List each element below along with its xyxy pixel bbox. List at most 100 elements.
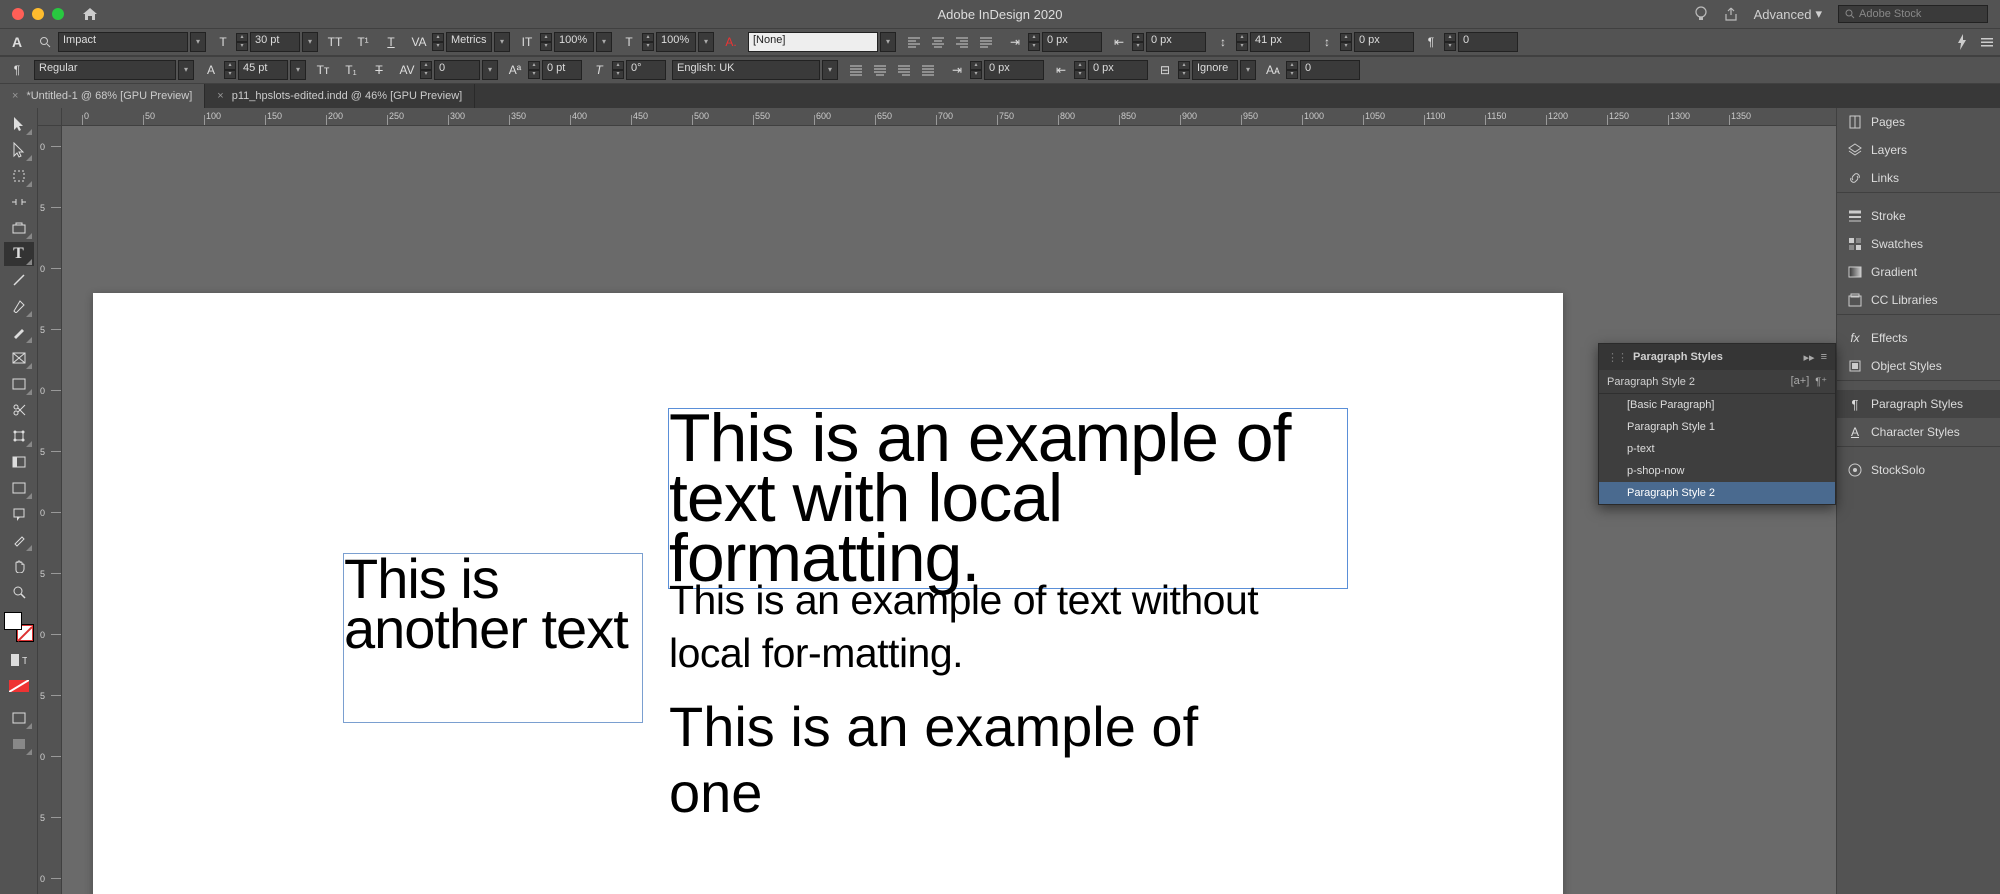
justify-center-button[interactable] xyxy=(868,60,892,80)
hscale-dropdown[interactable]: ▾ xyxy=(698,32,714,52)
font-style-input[interactable]: Regular xyxy=(34,60,176,80)
text-frame[interactable]: This is an example of text without local… xyxy=(668,573,1308,682)
home-icon[interactable] xyxy=(82,7,98,21)
panel-tab-fx[interactable]: fxEffects xyxy=(1837,324,2000,352)
dropcap-lines-input[interactable]: 0 xyxy=(1458,32,1518,52)
rectangle-frame-tool[interactable] xyxy=(4,346,34,370)
panel-tab-char[interactable]: ACharacter Styles xyxy=(1837,418,2000,446)
text-frame[interactable]: This is an example of one xyxy=(668,693,1308,827)
panel-tab-links[interactable]: Links xyxy=(1837,164,2000,192)
close-tab-icon[interactable]: × xyxy=(12,90,18,102)
first-indent-stepper[interactable]: ▴▾ xyxy=(970,61,982,79)
quick-apply-icon[interactable] xyxy=(1956,34,1968,50)
hyphenation-input[interactable]: Ignore xyxy=(1192,60,1238,80)
space-after-stepper[interactable]: ▴▾ xyxy=(1340,33,1352,51)
fill-color-icon[interactable]: A. xyxy=(720,32,742,52)
vscale-dropdown[interactable]: ▾ xyxy=(596,32,612,52)
page-tool[interactable] xyxy=(4,164,34,188)
left-indent-stepper[interactable]: ▴▾ xyxy=(1028,33,1040,51)
window-close-button[interactable] xyxy=(12,8,24,20)
panel-tab-stroke[interactable]: Stroke xyxy=(1837,202,2000,230)
space-before-stepper[interactable]: ▴▾ xyxy=(1236,33,1248,51)
fill-stroke-swatch[interactable] xyxy=(4,612,34,642)
auto-leading-stepper[interactable]: ▴▾ xyxy=(1178,61,1190,79)
font-size-stepper[interactable]: ▴▾ xyxy=(236,33,248,51)
panel-tab-gradient[interactable]: Gradient xyxy=(1837,258,2000,286)
align-right-button[interactable] xyxy=(950,32,974,52)
document-tab[interactable]: × p11_hpslots-edited.indd @ 46% [GPU Pre… xyxy=(205,84,475,108)
paragraph-format-icon[interactable]: ¶ xyxy=(6,60,28,80)
leading-stepper[interactable]: ▴▾ xyxy=(224,61,236,79)
kerning-stepper[interactable]: ▴▾ xyxy=(432,33,444,51)
panel-tab-para[interactable]: ¶Paragraph Styles xyxy=(1837,390,2000,418)
content-collector-tool[interactable] xyxy=(4,216,34,240)
font-family-dropdown[interactable]: ▾ xyxy=(190,32,206,52)
document-page[interactable]: This is another text This is an example … xyxy=(93,293,1563,894)
text-frame[interactable]: This is an example of text with local fo… xyxy=(668,408,1348,589)
baseline-stepper[interactable]: ▴▾ xyxy=(528,61,540,79)
line-tool[interactable] xyxy=(4,268,34,292)
subscript-icon[interactable]: T₁ xyxy=(340,60,362,80)
hscale-stepper[interactable]: ▴▾ xyxy=(642,33,654,51)
left-indent-input[interactable]: 0 px xyxy=(1042,32,1102,52)
font-family-input[interactable]: Impact xyxy=(58,32,188,52)
baseline-input[interactable]: 0 pt xyxy=(542,60,582,80)
gradient-feather-tool[interactable] xyxy=(4,476,34,500)
vscale-stepper[interactable]: ▴▾ xyxy=(540,33,552,51)
language-input[interactable]: English: UK xyxy=(672,60,820,80)
workspace-dropdown[interactable]: Advanced ▾ xyxy=(1754,6,1822,22)
justify-right-button[interactable] xyxy=(892,60,916,80)
eyedropper-tool[interactable] xyxy=(4,528,34,552)
leading-input[interactable]: 45 pt xyxy=(238,60,288,80)
rectangle-tool[interactable] xyxy=(4,372,34,396)
vertical-ruler[interactable]: 0505050505050 xyxy=(38,126,62,894)
paragraph-style-item[interactable]: Paragraph Style 2 xyxy=(1599,482,1835,504)
font-size-input[interactable]: 30 pt xyxy=(250,32,300,52)
tracking-input[interactable]: 0 xyxy=(434,60,480,80)
last-indent-input[interactable]: 0 px xyxy=(1088,60,1148,80)
panel-tab-swatches[interactable]: Swatches xyxy=(1837,230,2000,258)
skew-stepper[interactable]: ▴▾ xyxy=(612,61,624,79)
smallcaps-icon[interactable]: Tᴛ xyxy=(312,60,334,80)
paragraph-style-item[interactable]: p-shop-now xyxy=(1599,460,1835,482)
paragraph-style-item[interactable]: p-text xyxy=(1599,438,1835,460)
language-dropdown[interactable]: ▾ xyxy=(822,60,838,80)
paragraph-styles-panel[interactable]: ⋮⋮ Paragraph Styles ▸▸ ≡ Paragraph Style… xyxy=(1598,343,1836,505)
apply-color-icon[interactable] xyxy=(4,674,34,698)
lightbulb-icon[interactable] xyxy=(1694,6,1708,22)
skew-input[interactable]: 0° xyxy=(626,60,666,80)
justify-left-button[interactable] xyxy=(844,60,868,80)
collapse-panel-icon[interactable]: ▸▸ xyxy=(1804,351,1815,364)
dropcap-lines-stepper[interactable]: ▴▾ xyxy=(1444,33,1456,51)
panel-tab-layers[interactable]: Layers xyxy=(1837,136,2000,164)
hyphenation-dropdown[interactable]: ▾ xyxy=(1240,60,1256,80)
right-indent-stepper[interactable]: ▴▾ xyxy=(1132,33,1144,51)
scissors-tool[interactable] xyxy=(4,398,34,422)
window-minimize-button[interactable] xyxy=(32,8,44,20)
free-transform-tool[interactable] xyxy=(4,424,34,448)
zoom-tool[interactable] xyxy=(4,580,34,604)
canvas-area[interactable]: 0501001502002503003504004505005506006507… xyxy=(38,108,1836,894)
panel-tab-cc[interactable]: CC Libraries xyxy=(1837,286,2000,314)
justify-button[interactable] xyxy=(974,32,998,52)
char-style-dropdown[interactable]: ▾ xyxy=(880,32,896,52)
panel-menu-icon[interactable]: ≡ xyxy=(1821,351,1827,364)
pen-tool[interactable] xyxy=(4,294,34,318)
screen-mode-icon[interactable] xyxy=(4,732,34,756)
selection-tool[interactable] xyxy=(4,112,34,136)
horizontal-ruler[interactable]: 0501001502002503003504004505005506006507… xyxy=(62,108,1836,126)
panel-grip-icon[interactable]: ⋮⋮ xyxy=(1607,351,1627,364)
ruler-origin[interactable] xyxy=(38,108,62,126)
gap-tool[interactable] xyxy=(4,190,34,214)
space-before-input[interactable]: 41 px xyxy=(1250,32,1310,52)
share-icon[interactable] xyxy=(1724,7,1738,21)
dropcap-chars-input[interactable]: 0 xyxy=(1300,60,1360,80)
last-indent-stepper[interactable]: ▴▾ xyxy=(1074,61,1086,79)
superscript-icon[interactable]: T¹ xyxy=(352,32,374,52)
close-tab-icon[interactable]: × xyxy=(217,90,223,102)
view-mode-icon[interactable] xyxy=(4,706,34,730)
vscale-input[interactable]: 100% xyxy=(554,32,594,52)
first-indent-input[interactable]: 0 px xyxy=(984,60,1044,80)
char-style-input[interactable]: [None] xyxy=(748,32,878,52)
paragraph-style-item[interactable]: Paragraph Style 1 xyxy=(1599,416,1835,438)
